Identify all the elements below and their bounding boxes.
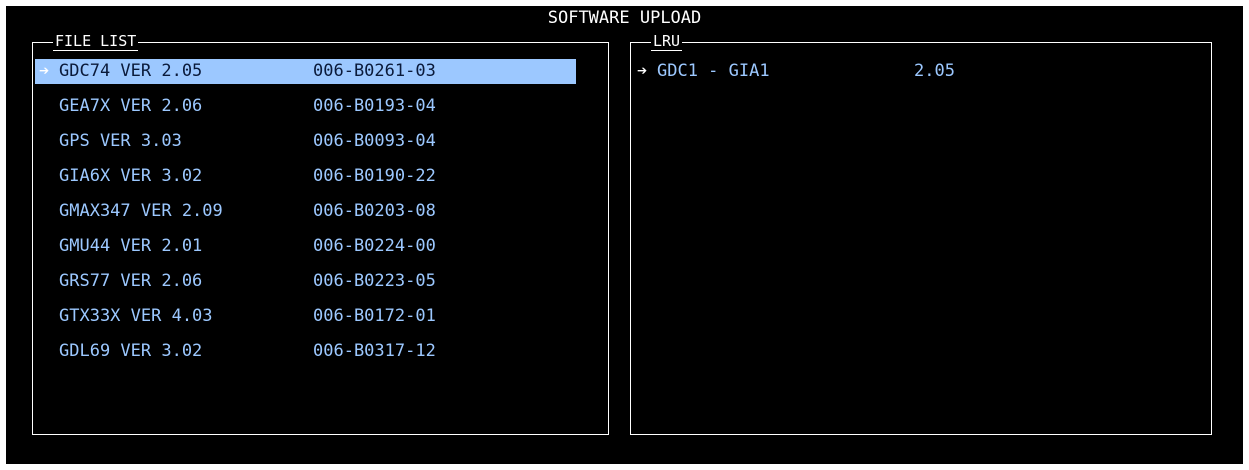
file-list-item[interactable]: ➔GDL69 VER 3.02006-B0317-12	[35, 339, 576, 364]
file-list-item[interactable]: ➔GTX33X VER 4.03006-B0172-01	[35, 304, 576, 329]
file-part-number: 006-B0224-00	[313, 236, 436, 256]
file-name: GRS77 VER 2.06	[59, 271, 203, 291]
file-part-number: 006-B0261-03	[313, 61, 436, 81]
lru-item[interactable]: ➔ GDC1 - GIA1 2.05	[633, 59, 1193, 84]
file-list-panel: FILE LIST ➔ GDC74 VER 2.05 006-B0261-03➔ GE…	[32, 32, 609, 435]
file-list-item[interactable]: ➔GEA7X VER 2.06006-B0193-04	[35, 94, 576, 119]
file-list-item[interactable]: ➔GMU44 VER 2.01006-B0224-00	[35, 234, 576, 259]
file-name: GDC74 VER 2.05	[59, 61, 203, 81]
file-name: GDL69 VER 3.02	[59, 341, 203, 361]
file-list-item[interactable]: ➔ GDC74 VER 2.05 006-B0261-03	[35, 59, 576, 84]
display-screen: SOFTWARE UPLOAD FILE LIST ➔ GDC74 VER 2.0…	[6, 6, 1243, 464]
page-title: SOFTWARE UPLOAD	[547, 8, 702, 28]
lru-name: GDC1 - GIA1	[657, 61, 770, 81]
lru-version: 2.05	[914, 61, 955, 81]
file-name: GPS VER 3.03	[59, 131, 182, 151]
file-part-number: 006-B0317-12	[313, 341, 436, 361]
file-list-item[interactable]: ➔GRS77 VER 2.06006-B0223-05	[35, 269, 576, 294]
file-part-number: 006-B0172-01	[313, 306, 436, 326]
file-list-label: FILE LIST	[53, 32, 139, 51]
file-name: GMU44 VER 2.01	[59, 236, 203, 256]
file-part-number: 006-B0193-04	[313, 96, 436, 116]
file-name: GMAX347 VER 2.09	[59, 201, 223, 221]
selection-arrow-icon: ➔	[39, 61, 50, 81]
lru-panel: LRU ➔ GDC1 - GIA1 2.05	[630, 32, 1212, 435]
file-name: GTX33X VER 4.03	[59, 306, 213, 326]
file-name: GEA7X VER 2.06	[59, 96, 203, 116]
file-part-number: 006-B0223-05	[313, 271, 436, 291]
file-name: GIA6X VER 3.02	[59, 166, 203, 186]
selection-arrow-icon: ➔	[637, 61, 648, 81]
file-list-item[interactable]: ➔GPS VER 3.03006-B0093-04	[35, 129, 576, 154]
file-list-item[interactable]: ➔GIA6X VER 3.02006-B0190-22	[35, 164, 576, 189]
file-part-number: 006-B0190-22	[313, 166, 436, 186]
file-part-number: 006-B0203-08	[313, 201, 436, 221]
file-part-number: 006-B0093-04	[313, 131, 436, 151]
lru-label: LRU	[651, 32, 683, 51]
file-list-item[interactable]: ➔GMAX347 VER 2.09006-B0203-08	[35, 199, 576, 224]
